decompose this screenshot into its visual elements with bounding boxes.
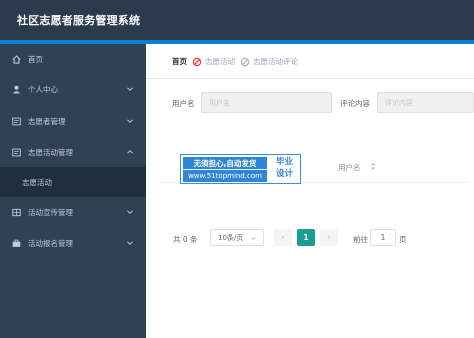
sidebar-item-label: 志愿活动 (22, 177, 52, 187)
user-icon (12, 85, 21, 94)
page-number-button[interactable]: 1 (297, 229, 315, 246)
column-header-username[interactable]: 用户名 (338, 162, 361, 173)
sidebar-item-label: 活动报名管理 (28, 238, 73, 248)
watermark-side-line: 设计 (275, 169, 293, 179)
sidebar-item-promotion[interactable]: 活动宣传管理 (0, 197, 146, 227)
breadcrumb-separator-icon (192, 57, 202, 66)
breadcrumb-item-current: 志愿活动评论 (253, 57, 298, 66)
chevron-down-icon (127, 119, 133, 124)
breadcrumb-divider (146, 78, 474, 79)
watermark-url: www.51topmind.com (183, 170, 267, 182)
next-page-button[interactable]: › (320, 229, 338, 246)
briefcase-icon (12, 239, 21, 248)
comment-input[interactable]: 评论内容 (377, 92, 474, 113)
sidebar-item-volunteers[interactable]: 志愿者管理 (0, 106, 146, 136)
sidebar-item-label: 首页 (28, 54, 43, 64)
sort-icon[interactable] (370, 162, 376, 171)
chevron-down-icon (127, 241, 133, 246)
breadcrumb-separator-icon (240, 57, 250, 66)
username-label: 用户名 (172, 99, 195, 108)
prev-page-button[interactable]: ‹ (274, 229, 292, 246)
goto-label: 前往 (353, 235, 368, 244)
sidebar-item-label: 个人中心 (28, 84, 58, 94)
chevron-up-icon (127, 149, 133, 154)
list-icon (12, 148, 21, 157)
chevron-down-icon (127, 87, 133, 92)
watermark-text: 无须担心,自动发货 (183, 157, 267, 169)
sidebar-item-label: 志愿活动管理 (28, 147, 73, 157)
breadcrumb-home[interactable]: 首页 (172, 56, 187, 67)
sidebar-item-label: 活动宣传管理 (28, 207, 73, 217)
breadcrumb: 首页 志愿活动 志愿活动评论 (172, 56, 298, 67)
grid-icon (12, 208, 21, 217)
page-size-value: 10条/页 (218, 233, 244, 242)
goto-page-suffix: 页 (399, 235, 407, 244)
list-icon (12, 117, 21, 126)
sidebar-item-label: 志愿者管理 (28, 116, 66, 126)
watermark-side: 毕业 设计 (269, 156, 300, 180)
main-content: 首页 志愿活动 志愿活动评论 用户名 用户名 评论内容 评论内容 用户名 无须担… (146, 44, 474, 338)
username-input[interactable]: 用户名 (201, 92, 332, 113)
goto-page-input[interactable]: 1 (370, 229, 396, 246)
sidebar-item-registration[interactable]: 活动报名管理 (0, 228, 146, 258)
app-title: 社区志愿者服务管理系统 (17, 14, 141, 27)
pagination-total: 共 0 条 (173, 235, 198, 244)
home-icon (12, 54, 21, 64)
sidebar-item-profile[interactable]: 个人中心 (0, 74, 146, 104)
sidebar-subitem-activities[interactable]: 志愿活动 (0, 167, 146, 197)
chevron-down-icon (251, 237, 256, 241)
breadcrumb-item[interactable]: 志愿活动 (205, 56, 235, 67)
sidebar-item-home[interactable]: 首页 (0, 44, 146, 74)
pagination: 共 0 条 10条/页 ‹ 1 › 前往 1 页 (146, 229, 474, 249)
chevron-down-icon (127, 210, 133, 215)
page-size-select[interactable]: 10条/页 (210, 229, 264, 246)
app-header: 社区志愿者服务管理系统 (0, 0, 474, 40)
sidebar: 首页 个人中心 志愿者管理 志愿活动管理 志愿活动 活动宣传管理 活动报名管理 (0, 44, 146, 338)
sidebar-item-activity-management[interactable]: 志愿活动管理 (0, 137, 146, 167)
comment-label: 评论内容 (340, 99, 370, 108)
watermark-banner: 无须担心,自动发货 www.51topmind.com 毕业 设计 (180, 154, 301, 184)
watermark-side-line: 毕业 (275, 157, 293, 167)
